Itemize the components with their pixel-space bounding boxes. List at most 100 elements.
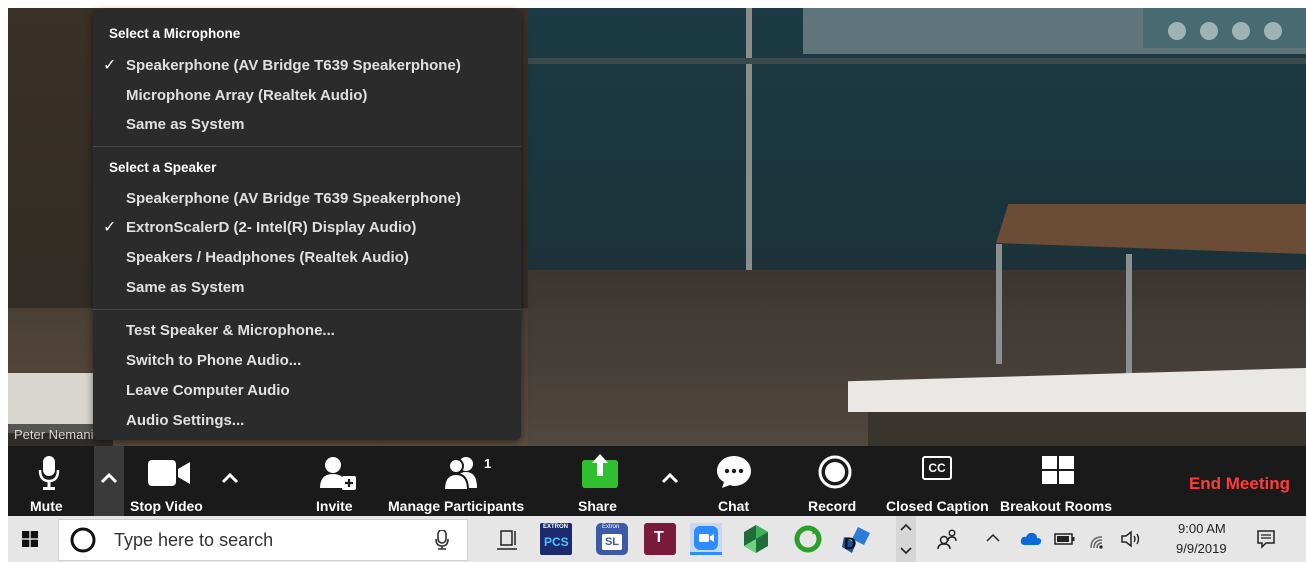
extron-pcs-icon[interactable]: EXTRON PCS bbox=[540, 523, 572, 555]
app-d-icon[interactable]: D bbox=[840, 523, 872, 555]
microphone-option-speakerphone[interactable]: ✓ Speakerphone (AV Bridge T639 Speakerph… bbox=[93, 53, 521, 79]
show-hidden-icons-chevron-icon[interactable] bbox=[986, 533, 1000, 543]
zoom-icon[interactable] bbox=[690, 523, 722, 555]
microphone-icon bbox=[38, 456, 60, 490]
microphone-option-same-as-system[interactable]: Same as System bbox=[93, 112, 521, 138]
stop-video-label: Stop Video bbox=[130, 498, 203, 514]
share-options-caret-icon[interactable] bbox=[658, 464, 682, 492]
leave-computer-audio-item[interactable]: Leave Computer Audio bbox=[93, 378, 521, 404]
app-refresh-icon[interactable] bbox=[792, 523, 824, 555]
test-speaker-microphone-item[interactable]: Test Speaker & Microphone... bbox=[93, 318, 521, 344]
menu-divider bbox=[93, 309, 521, 310]
menu-item-label: ExtronScalerD (2- Intel(R) Display Audio… bbox=[126, 219, 417, 236]
chat-button[interactable]: Chat bbox=[708, 446, 764, 516]
invite-button[interactable]: Invite bbox=[308, 446, 368, 516]
task-view-icon[interactable] bbox=[492, 523, 524, 555]
clock[interactable]: 9:00 AM 9/9/2019 bbox=[1164, 516, 1240, 562]
volume-icon[interactable] bbox=[1120, 530, 1142, 548]
microphone-option-realtek-array[interactable]: Microphone Array (Realtek Audio) bbox=[93, 83, 521, 109]
video-screen-dot bbox=[1232, 22, 1250, 40]
menu-item-label: Microphone Array (Realtek Audio) bbox=[126, 87, 368, 104]
manage-participants-button[interactable]: 1 Manage Participants bbox=[386, 446, 538, 516]
meeting-toolbar: Mute Stop Video Invite 1 Manage Particip… bbox=[8, 446, 1306, 516]
mute-button[interactable]: Mute bbox=[8, 446, 94, 516]
video-screen-dot bbox=[1200, 22, 1218, 40]
app-d-letter: D bbox=[844, 534, 857, 553]
menu-item-label: Speakerphone (AV Bridge T639 Speakerphon… bbox=[126, 190, 461, 207]
clock-date: 9/9/2019 bbox=[1176, 541, 1227, 556]
record-button[interactable]: Record bbox=[806, 446, 866, 516]
taskbar-scroll-buttons[interactable] bbox=[896, 516, 916, 562]
windows-logo-icon bbox=[22, 531, 38, 547]
people-icon[interactable] bbox=[936, 528, 958, 550]
windows-taskbar: Type here to search EXTRON PCS Extron SL… bbox=[8, 516, 1306, 562]
search-placeholder: Type here to search bbox=[114, 530, 274, 550]
checkmark-icon: ✓ bbox=[103, 219, 117, 236]
zoom-meeting-window: Peter Nemanich Select a Microphone ✓ Spe… bbox=[0, 0, 1306, 562]
menu-divider bbox=[93, 146, 521, 147]
menu-item-label: Audio Settings... bbox=[126, 412, 245, 429]
teams-icon-text: T bbox=[654, 529, 664, 546]
share-button[interactable]: Share bbox=[568, 446, 638, 516]
video-options-caret-icon[interactable] bbox=[218, 464, 242, 492]
menu-item-label: Test Speaker & Microphone... bbox=[126, 322, 335, 339]
switch-to-phone-audio-item[interactable]: Switch to Phone Audio... bbox=[93, 348, 521, 374]
chat-label: Chat bbox=[718, 498, 750, 514]
video-table-leg bbox=[996, 244, 1002, 364]
extron-sl-icon[interactable]: Extron SL bbox=[596, 523, 628, 555]
record-label: Record bbox=[808, 498, 857, 514]
record-icon bbox=[818, 455, 852, 489]
menu-item-label: Leave Computer Audio bbox=[126, 382, 290, 399]
taskbar-search-box[interactable]: Type here to search bbox=[58, 519, 468, 561]
voice-search-mic-icon[interactable] bbox=[435, 530, 449, 550]
stop-video-button[interactable]: Stop Video bbox=[126, 446, 216, 516]
extron-sl-text: SL bbox=[602, 534, 622, 550]
video-board-frame bbox=[746, 8, 752, 270]
video-board-rail bbox=[528, 58, 1306, 64]
invite-person-icon bbox=[320, 457, 356, 490]
speaker-option-same-as-system[interactable]: Same as System bbox=[93, 275, 521, 301]
video-bench-shadow bbox=[868, 412, 1306, 446]
audio-options-menu: Select a Microphone ✓ Speakerphone (AV B… bbox=[93, 10, 521, 440]
chat-bubble-icon bbox=[717, 456, 751, 488]
start-button[interactable] bbox=[8, 516, 56, 562]
closed-caption-label: Closed Caption bbox=[886, 498, 989, 514]
video-screen-dot bbox=[1168, 22, 1186, 40]
menu-item-label: Same as System bbox=[126, 279, 245, 296]
clock-time: 9:00 AM bbox=[1178, 521, 1226, 536]
extron-pcs-caption: EXTRON bbox=[543, 524, 569, 530]
audio-options-caret-icon[interactable] bbox=[97, 464, 121, 492]
participants-count-badge: 1 bbox=[484, 456, 492, 471]
menu-item-label: Same as System bbox=[126, 116, 245, 133]
breakout-rooms-icon bbox=[1042, 456, 1074, 484]
speaker-option-realtek-headphones[interactable]: Speakers / Headphones (Realtek Audio) bbox=[93, 245, 521, 271]
closed-caption-icon: CC bbox=[922, 456, 952, 480]
invite-label: Invite bbox=[316, 498, 353, 514]
cortana-circle-icon bbox=[70, 527, 96, 553]
microphone-section-header: Select a Microphone bbox=[109, 26, 241, 41]
checkmark-icon: ✓ bbox=[103, 57, 117, 74]
app-green-icon[interactable] bbox=[740, 523, 772, 555]
video-screen-dot bbox=[1264, 22, 1282, 40]
share-label: Share bbox=[578, 498, 617, 514]
teams-icon[interactable]: T bbox=[644, 523, 676, 555]
wifi-icon[interactable] bbox=[1088, 528, 1110, 550]
scroll-down-icon[interactable] bbox=[900, 546, 912, 556]
closed-caption-button[interactable]: CC Closed Caption bbox=[884, 446, 996, 516]
breakout-rooms-button[interactable]: Breakout Rooms bbox=[998, 446, 1120, 516]
speaker-option-speakerphone[interactable]: Speakerphone (AV Bridge T639 Speakerphon… bbox=[93, 186, 521, 212]
share-screen-icon bbox=[582, 454, 618, 488]
end-meeting-button[interactable]: End Meeting bbox=[1189, 474, 1290, 494]
menu-item-label: Speakers / Headphones (Realtek Audio) bbox=[126, 249, 409, 266]
action-center-icon[interactable] bbox=[1256, 529, 1276, 549]
speaker-option-extron-scaler[interactable]: ✓ ExtronScalerD (2- Intel(R) Display Aud… bbox=[93, 215, 521, 241]
video-table-leg bbox=[1126, 254, 1132, 384]
onedrive-cloud-icon[interactable] bbox=[1020, 532, 1042, 546]
speaker-section-header: Select a Speaker bbox=[109, 160, 217, 175]
battery-icon[interactable] bbox=[1054, 532, 1076, 546]
breakout-rooms-label: Breakout Rooms bbox=[1000, 498, 1113, 514]
audio-settings-item[interactable]: Audio Settings... bbox=[93, 408, 521, 434]
video-camera-icon bbox=[148, 460, 190, 486]
extron-pcs-text: PCS bbox=[544, 535, 569, 549]
scroll-up-icon[interactable] bbox=[900, 522, 912, 532]
